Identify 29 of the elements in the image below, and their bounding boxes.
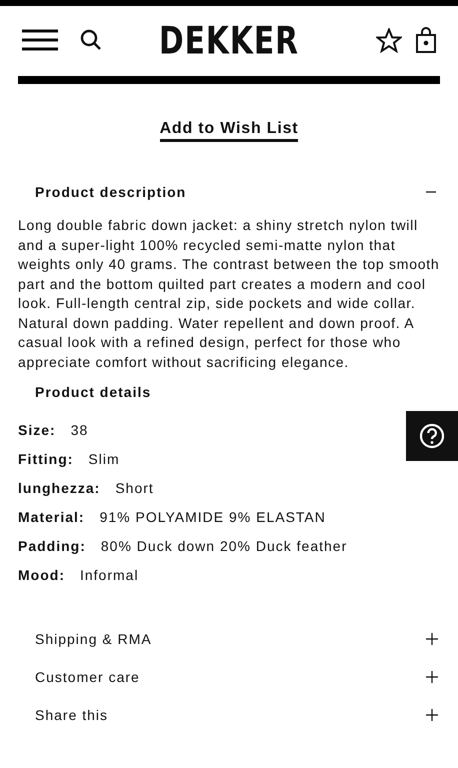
plus-icon[interactable] [426,670,438,682]
accordion-title[interactable]: Shipping & RMA [35,630,152,646]
star-icon[interactable] [376,28,402,52]
detail-value: 80% Duck down 20% Duck feather [100,538,348,554]
section-title[interactable]: Product description [35,184,186,200]
accordion-title[interactable]: Customer care [35,668,140,684]
detail-value: Informal [80,566,139,582]
detail-label: Mood: [18,566,65,582]
detail-label: lunghezza: [18,480,100,496]
detail-value: Short [115,480,154,496]
menu-icon[interactable] [22,29,58,51]
help-icon [419,423,445,449]
detail-label: Fitting: [18,450,74,466]
detail-label: Padding: [18,538,86,554]
brand-logo[interactable]: DEKKER [158,18,300,62]
plus-icon[interactable] [426,708,438,720]
detail-label: Material: [18,508,85,524]
shopping-bag-icon[interactable] [416,27,436,53]
detail-value: Slim [88,450,120,466]
wish-list-link[interactable]: Add to Wish List [160,120,298,142]
search-icon[interactable] [80,29,102,51]
section-title: Product details [35,384,152,400]
plus-icon[interactable] [426,632,438,644]
help-button[interactable] [406,411,458,461]
detail-value: 38 [70,422,88,438]
detail-label: Size: [18,422,56,438]
accordion-title[interactable]: Share this [35,706,108,722]
detail-value: 91% POLYAMIDE 9% ELASTAN [100,508,326,524]
description-text: Long double fabric down jacket: a shiny stretch nylon twill and a super-light 100% recycled semi-matte nylon that weights only 40 grams. The contrast between the top smooth part and the bottom quilted part creates a modern and cool look. Full-length central zip, side pockets and wide collar. Natural down padding. Water repellent and down proof. A casual look with a refined design, perfect for those who appreciate comfort without sacrificing elegance. [18,216,440,372]
